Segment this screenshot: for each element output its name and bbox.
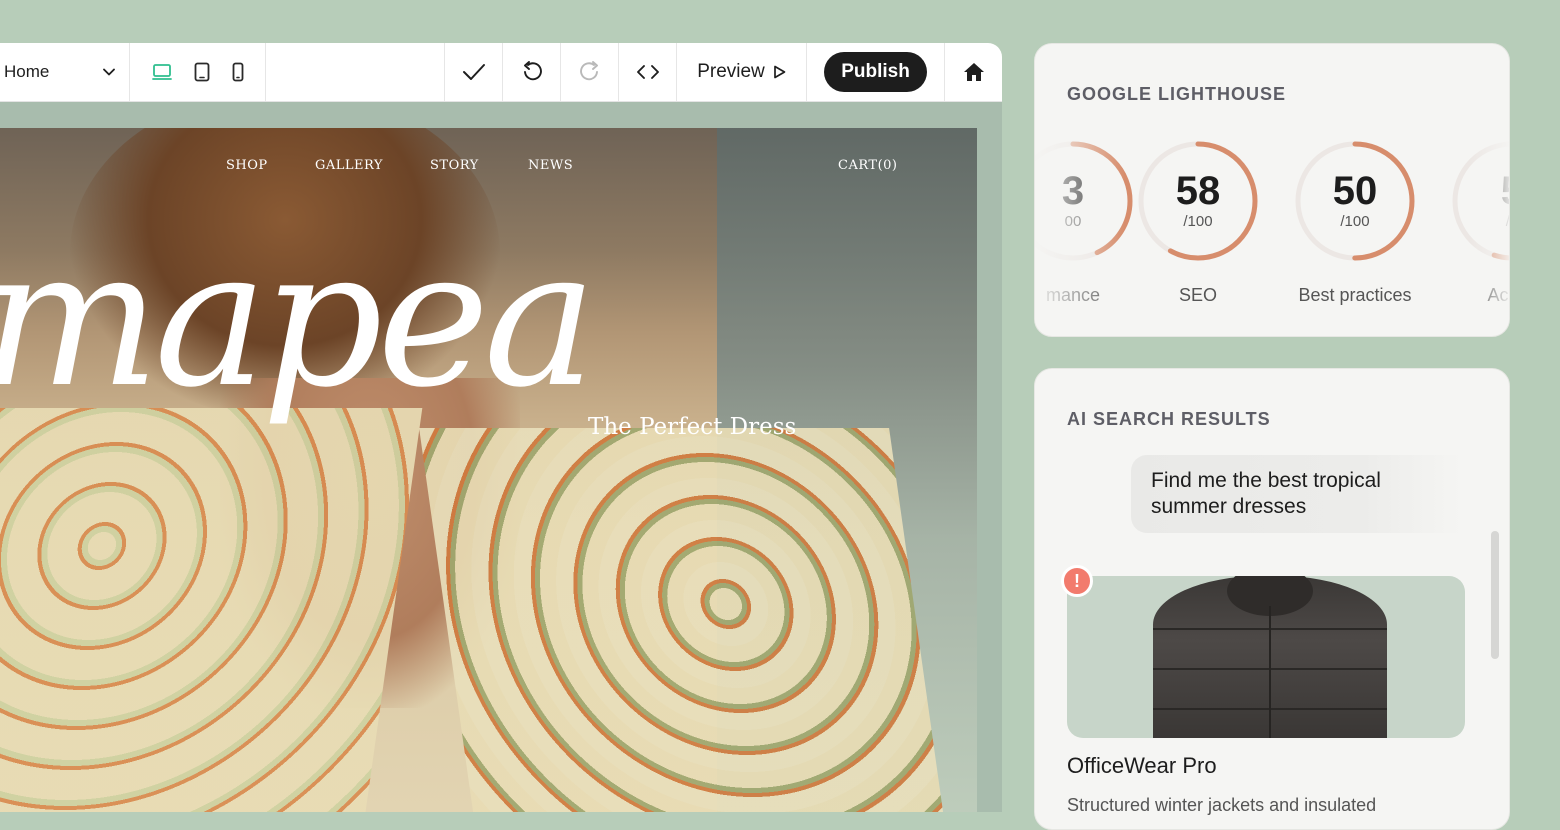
website-canvas[interactable]: SHOP GALLERY STORY NEWS CART(0) mapea Th… <box>0 128 977 812</box>
check-icon <box>462 62 486 82</box>
home-icon <box>963 62 985 82</box>
gauge-best-practices[interactable]: 50 /100 Best practices <box>1293 139 1417 306</box>
site-nav-shop[interactable]: SHOP <box>226 158 268 173</box>
undo-icon <box>522 61 542 83</box>
home-button[interactable] <box>945 43 1002 101</box>
desktop-view-icon[interactable] <box>151 63 172 81</box>
publish-cell: Publish <box>807 43 945 101</box>
site-nav: SHOP GALLERY STORY NEWS CART(0) <box>0 158 977 178</box>
code-icon <box>636 64 660 80</box>
page-select-label: Home <box>4 62 50 81</box>
gauge-label: Best practices <box>1298 285 1412 305</box>
site-nav-news[interactable]: NEWS <box>528 158 573 173</box>
ai-search-card: AI SEARCH RESULTS Find me the best tropi… <box>1034 368 1510 830</box>
hero-image-dress-left <box>0 408 423 812</box>
gauge-seo[interactable]: 58 /100 SEO <box>1136 139 1260 306</box>
gauge-max: /100 <box>1340 213 1370 230</box>
hero-image-dress-right <box>419 428 951 812</box>
query-bubble: Find me the best tropical summer dresses <box>1131 455 1461 533</box>
product-description: Structured winter jackets and insulated <box>1067 795 1377 815</box>
site-nav-story[interactable]: STORY <box>430 158 479 173</box>
hero-tagline: The Perfect Dress <box>588 414 797 440</box>
product-image[interactable] <box>1067 576 1465 738</box>
gauge-score: 50 <box>1332 169 1378 213</box>
gauge-max: /100 <box>1183 213 1213 230</box>
publish-button[interactable]: Publish <box>824 52 927 92</box>
preview-button[interactable]: Preview <box>677 43 807 101</box>
lighthouse-card: GOOGLE LIGHTHOUSE 3 00 mance 58 /100 SEO… <box>1034 43 1510 337</box>
gauge-fade-right <box>1469 124 1509 324</box>
page-select[interactable]: Home <box>0 43 130 101</box>
redo-button[interactable] <box>561 43 619 101</box>
gauge-score: 58 <box>1175 169 1221 213</box>
site-nav-cart[interactable]: CART(0) <box>838 158 897 173</box>
ai-search-title: AI SEARCH RESULTS <box>1067 409 1271 429</box>
gauge-fade-left <box>1035 124 1125 324</box>
undo-button[interactable] <box>503 43 561 101</box>
mobile-view-icon[interactable] <box>232 62 244 82</box>
redo-icon <box>579 61 600 83</box>
editor-toolbar: Home Preview Publish <box>0 43 1002 102</box>
play-icon <box>773 65 786 79</box>
alert-badge: ! <box>1061 565 1093 597</box>
tablet-view-icon[interactable] <box>194 62 210 82</box>
jacket-illustration <box>1153 576 1387 738</box>
jacket-zip <box>1269 606 1271 738</box>
code-button[interactable] <box>619 43 677 101</box>
preview-label: Preview <box>697 61 765 82</box>
lighthouse-title: GOOGLE LIGHTHOUSE <box>1067 84 1287 104</box>
save-button[interactable] <box>445 43 503 101</box>
results-scrollbar[interactable] <box>1491 531 1499 659</box>
toolbar-spacer <box>266 43 445 101</box>
chevron-down-icon <box>103 68 115 76</box>
gauge-label: SEO <box>1178 285 1217 305</box>
site-nav-gallery[interactable]: GALLERY <box>315 158 383 173</box>
product-name[interactable]: OfficeWear Pro <box>1067 753 1217 779</box>
device-switcher <box>130 43 266 101</box>
brand-logo: mapea <box>0 208 597 429</box>
